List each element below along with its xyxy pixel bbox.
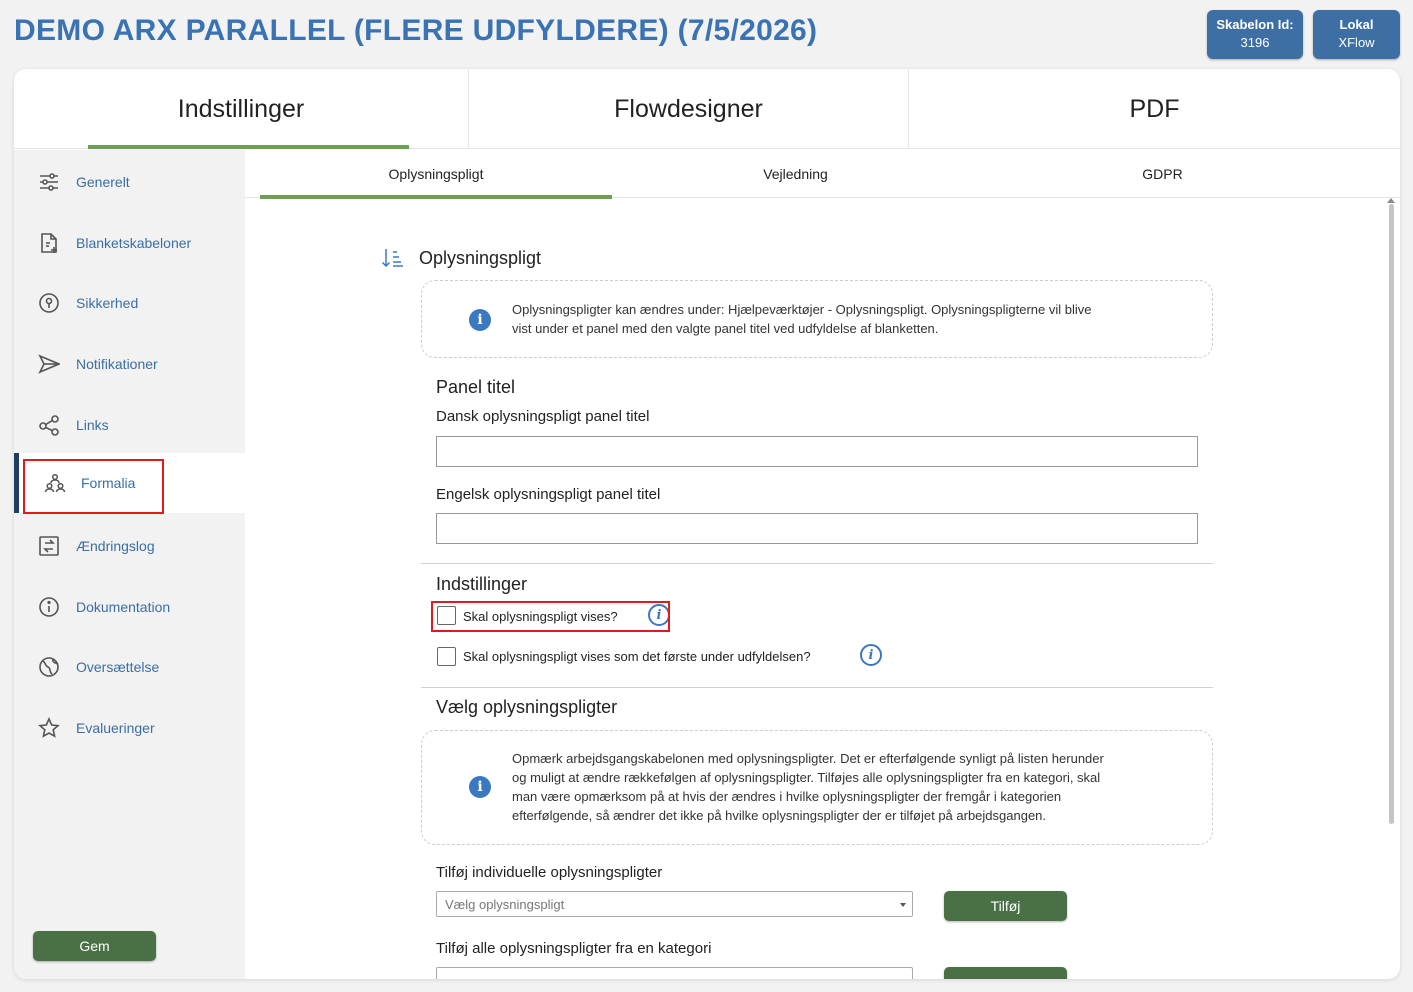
active-tab-underline	[88, 145, 409, 149]
tab-flowdesigner[interactable]: Flowdesigner	[469, 69, 909, 149]
template-id-badge: Skabelon Id: 3196	[1207, 10, 1303, 59]
info-box-edit-hint: i Oplysningspligter kan ændres under: Hj…	[421, 280, 1213, 358]
sidebar-item-dokumentation[interactable]: Dokumentation	[14, 577, 245, 637]
sidebar-item-label: Oversættelse	[76, 659, 160, 675]
info-icon	[38, 596, 60, 618]
sidebar-item-generelt[interactable]: Generelt	[14, 152, 245, 212]
info-box-tagging: i Opmærk arbejdsgangskabelonen med oplys…	[421, 730, 1213, 845]
sidebar-item-label: Generelt	[76, 174, 130, 190]
panel-title-heading: Panel titel	[436, 377, 516, 397]
scroll-up-arrow[interactable]	[1387, 198, 1395, 203]
category-select[interactable]	[436, 967, 913, 979]
tab-pdf-label: PDF	[1129, 94, 1180, 123]
subtab-oplysningspligt[interactable]: Oplysningspligt	[245, 150, 612, 199]
info-text-line: man være opmærksom på at hvis der ændres…	[512, 789, 1062, 804]
choose-disclosures-heading: Vælg oplysningspligter	[436, 697, 618, 717]
sidebar: Generelt Blanketskabeloner Sikkerhed Not…	[14, 150, 245, 979]
sidebar-item-sikkerhed[interactable]: Sikkerhed	[14, 273, 245, 333]
show-first-checkbox[interactable]	[437, 647, 456, 666]
sidebar-item-aendringslog[interactable]: Ændringslog	[14, 516, 245, 576]
sidebar-item-evalueringer[interactable]: Evalueringer	[14, 698, 245, 758]
sidebar-item-label: Dokumentation	[76, 599, 171, 615]
add-category-button[interactable]	[944, 967, 1067, 979]
save-button[interactable]: Gem	[33, 931, 156, 961]
environment-badge: Lokal XFlow	[1313, 10, 1400, 59]
individual-label: Tilføj individuelle oplysningspligter	[436, 864, 663, 881]
tab-flowdesigner-label: Flowdesigner	[614, 94, 763, 123]
subtab-gdpr-label: GDPR	[1142, 166, 1183, 182]
sort-icon[interactable]	[381, 247, 405, 269]
sidebar-item-label: Ændringslog	[76, 538, 155, 554]
highlight-show-disclosure	[431, 601, 670, 632]
sidebar-item-links[interactable]: Links	[14, 395, 245, 455]
subtab-vejledning-label: Vejledning	[763, 166, 828, 182]
divider	[421, 563, 1213, 564]
info-icon: i	[469, 309, 491, 331]
disclosure-select[interactable]: Vælg oplysningspligt	[436, 891, 913, 917]
info-text-line: Oplysningspligter kan ændres under: Hjæl…	[512, 302, 1092, 317]
chevron-down-icon	[900, 903, 906, 907]
document-add-icon	[38, 232, 60, 254]
sidebar-item-notifikationer[interactable]: Notifikationer	[14, 334, 245, 394]
template-id-value: 3196	[1240, 35, 1270, 50]
content-area: Oplysningspligt i Oplysningspligter kan …	[245, 198, 1400, 979]
lock-icon	[38, 292, 60, 314]
globe-icon	[38, 656, 60, 678]
info-text-line: efterfølgende, så ændrer det ikke på hvi…	[512, 808, 1047, 823]
page-title: DEMO ARX PARALLEL (FLERE UDFYLDERE) (7/5…	[14, 14, 818, 47]
show-first-label: Skal oplysningspligt vises som det først…	[463, 649, 811, 664]
tab-pdf[interactable]: PDF	[909, 69, 1400, 149]
top-tabs: Indstillinger Flowdesigner PDF	[14, 69, 1400, 149]
sidebar-item-label: Evalueringer	[76, 720, 155, 736]
add-disclosure-button[interactable]: Tilføj	[944, 891, 1067, 921]
send-icon	[38, 353, 60, 375]
tab-indstillinger[interactable]: Indstillinger	[14, 69, 469, 149]
subtab-gdpr[interactable]: GDPR	[979, 150, 1346, 198]
info-text-line: Opmærk arbejdsgangskabelonen med oplysni…	[512, 751, 1104, 766]
english-title-input[interactable]	[436, 513, 1198, 544]
info-text: Oplysningspligter kan ændres under: Hjæl…	[512, 300, 1091, 338]
section-title: Oplysningspligt	[419, 248, 542, 268]
subtab-oplysningspligt-label: Oplysningspligt	[388, 166, 484, 182]
sidebar-item-label: Links	[76, 417, 109, 433]
environment-label: Lokal	[1339, 17, 1374, 32]
main-card: Indstillinger Flowdesigner PDF Generelt …	[14, 69, 1400, 979]
english-title-label: Engelsk oplysningspligt panel titel	[436, 486, 661, 503]
sliders-icon	[38, 171, 60, 193]
sidebar-item-oversaettelse[interactable]: Oversættelse	[14, 637, 245, 697]
sidebar-item-label: Sikkerhed	[76, 295, 139, 311]
info-text-line: og muligt at ændre rækkefølgen af oplysn…	[512, 770, 1101, 785]
environment-value: XFlow	[1338, 35, 1375, 50]
active-indicator	[14, 453, 19, 513]
tab-indstillinger-label: Indstillinger	[177, 94, 305, 123]
danish-title-input[interactable]	[436, 436, 1198, 467]
sidebar-item-blanketskabeloner[interactable]: Blanketskabeloner	[14, 213, 245, 273]
sidebar-item-label: Blanketskabeloner	[76, 235, 192, 251]
scrollbar[interactable]	[1389, 204, 1394, 824]
disclosure-select-placeholder: Vælg oplysningspligt	[445, 896, 565, 912]
star-icon	[38, 717, 60, 739]
subtab-vejledning[interactable]: Vejledning	[612, 150, 979, 198]
settings-heading: Indstillinger	[436, 574, 528, 594]
category-label: Tilføj alle oplysningspligter fra en kat…	[436, 940, 712, 957]
sidebar-item-label: Notifikationer	[76, 356, 158, 372]
sub-tabs: Oplysningspligt Vejledning GDPR	[245, 150, 1400, 199]
swap-icon	[38, 535, 60, 557]
share-icon	[38, 414, 60, 436]
danish-title-label: Dansk oplysningspligt panel titel	[436, 408, 650, 425]
template-id-label: Skabelon Id:	[1216, 17, 1294, 32]
show-first-help-icon[interactable]: i	[860, 644, 882, 666]
info-icon: i	[469, 776, 491, 798]
divider	[421, 687, 1213, 688]
info-text-line: vist under et panel med den valgte panel…	[512, 321, 939, 336]
info-text: Opmærk arbejdsgangskabelonen med oplysni…	[512, 749, 1104, 825]
highlight-formalia	[23, 459, 164, 514]
